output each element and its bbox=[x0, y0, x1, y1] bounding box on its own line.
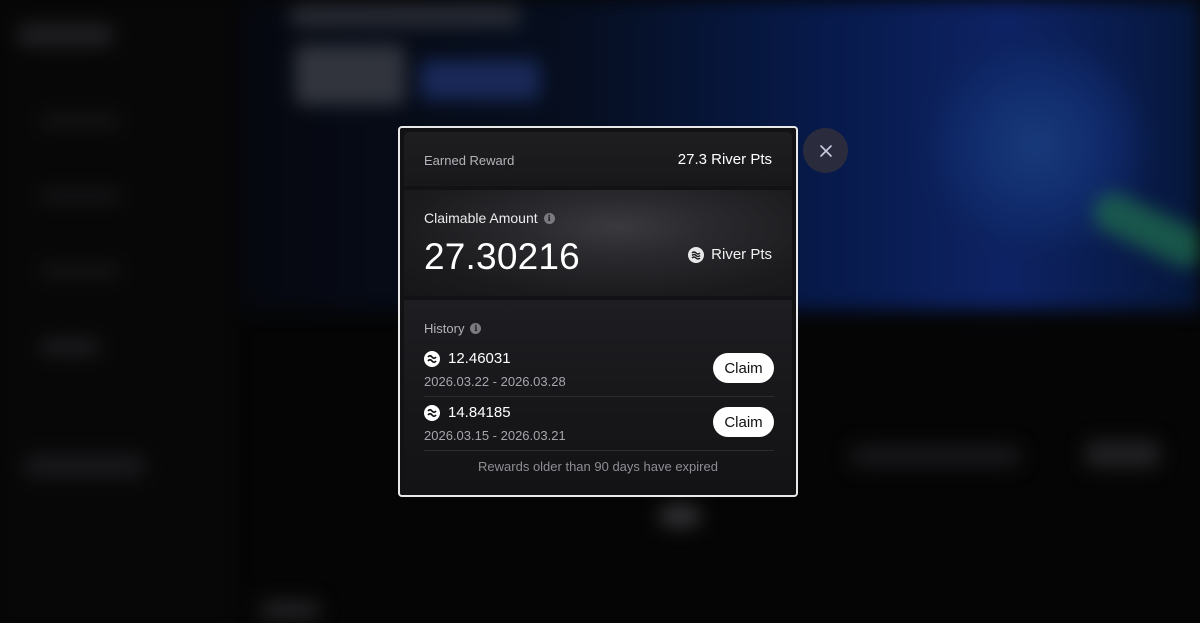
token-name: River Pts bbox=[711, 246, 772, 263]
earned-reward-value: 27.3 River Pts bbox=[677, 151, 772, 168]
close-icon bbox=[819, 144, 832, 157]
claim-button[interactable]: Claim bbox=[713, 353, 774, 383]
history-row: 14.84185 2026.03.15 - 2026.03.21 Claim bbox=[424, 399, 774, 451]
claimable-amount-value: 27.30216 bbox=[424, 236, 580, 277]
earned-reward-section: Earned Reward 27.3 River Pts bbox=[404, 132, 792, 186]
history-amount: 12.46031 bbox=[448, 350, 511, 367]
history-section: History i 12.46031 2026.03.22 - 2026.03.… bbox=[404, 300, 792, 491]
info-icon[interactable]: i bbox=[470, 323, 482, 334]
claimable-section: Claimable Amount i 27.30216 River Pts bbox=[404, 190, 792, 296]
info-icon[interactable]: i bbox=[543, 212, 555, 224]
close-button[interactable] bbox=[803, 128, 848, 173]
history-label: History bbox=[424, 321, 465, 336]
river-token-icon bbox=[688, 246, 705, 263]
reward-modal: Earned Reward 27.3 River Pts Claimable A… bbox=[398, 126, 798, 497]
history-date-range: 2026.03.15 - 2026.03.21 bbox=[424, 428, 566, 443]
expired-note: Rewards older than 90 days have expired bbox=[478, 459, 718, 474]
history-date-range: 2026.03.22 - 2026.03.28 bbox=[424, 374, 566, 389]
history-row: 12.46031 2026.03.22 - 2026.03.28 Claim bbox=[424, 345, 774, 397]
claim-button[interactable]: Claim bbox=[713, 407, 774, 437]
river-token-icon bbox=[424, 404, 440, 421]
token-label: River Pts bbox=[688, 246, 772, 263]
claimable-amount-label: Claimable Amount bbox=[424, 210, 538, 226]
history-amount: 14.84185 bbox=[448, 404, 511, 421]
river-token-icon bbox=[424, 350, 440, 367]
earned-reward-label: Earned Reward bbox=[424, 153, 515, 168]
